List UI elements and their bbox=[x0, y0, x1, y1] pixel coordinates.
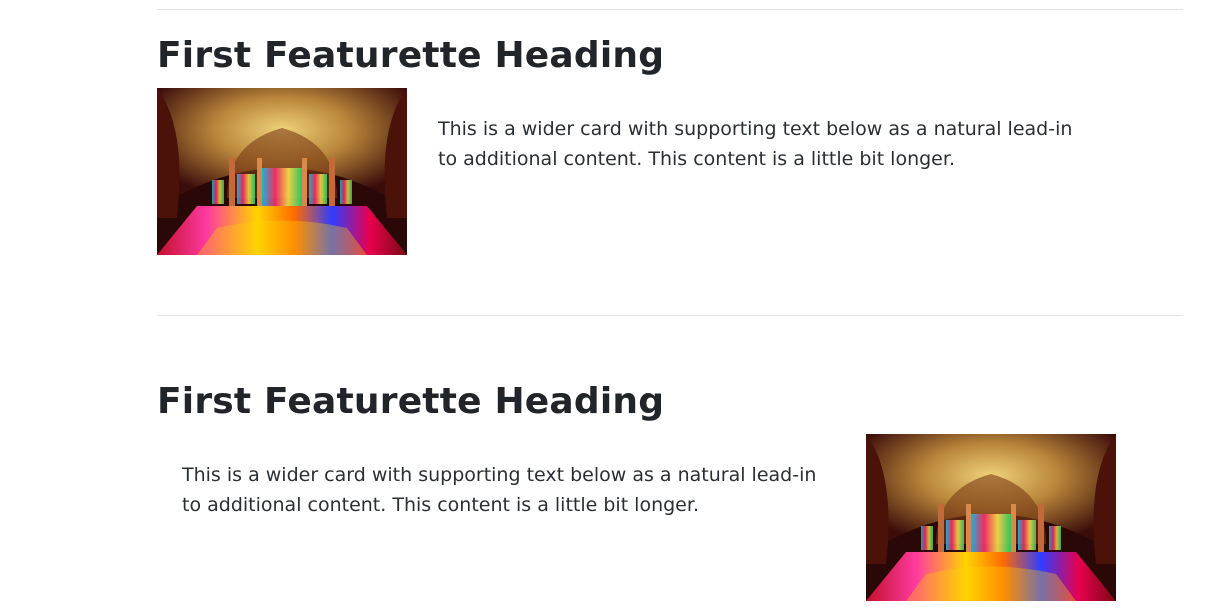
mosque-interior-image bbox=[866, 434, 1116, 601]
featurette-text: This is a wider card with supporting tex… bbox=[182, 464, 817, 516]
featurette-image bbox=[157, 88, 407, 255]
featurette-image bbox=[866, 434, 1116, 601]
featurette-heading: First Featurette Heading bbox=[157, 35, 665, 76]
featurettes-page: First Featurette Heading This is a wider… bbox=[0, 0, 1214, 613]
featurette-heading: First Featurette Heading bbox=[157, 381, 665, 422]
featurette-text: This is a wider card with supporting tex… bbox=[438, 118, 1073, 170]
mosque-interior-image bbox=[157, 88, 407, 255]
featurette-divider bbox=[157, 9, 1183, 10]
featurette-divider bbox=[157, 315, 1183, 316]
